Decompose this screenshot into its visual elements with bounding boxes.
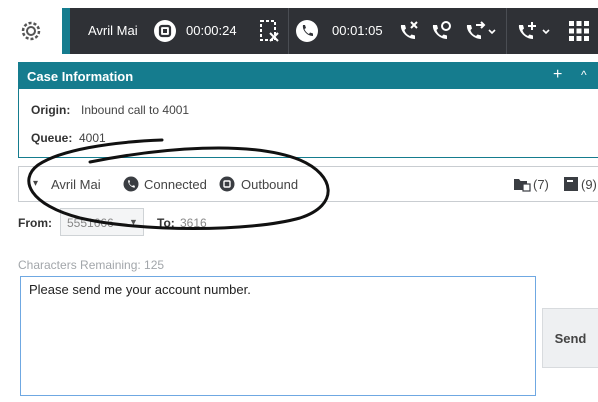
message-input[interactable] bbox=[20, 276, 536, 396]
interaction-bar: ▾ Avril Mai Connected Outbound (7) (9) bbox=[18, 166, 598, 202]
hold-call-icon[interactable] bbox=[428, 18, 454, 44]
from-number-value: 5551666 bbox=[67, 216, 114, 230]
party-menu-caret[interactable]: ▾ bbox=[33, 178, 38, 189]
channel-off-icon[interactable] bbox=[256, 18, 282, 44]
transfer-call-icon[interactable] bbox=[462, 18, 498, 44]
call-timer: 00:01:05 bbox=[332, 23, 383, 38]
main-menu-button[interactable] bbox=[0, 8, 62, 54]
active-interaction-strip bbox=[62, 8, 70, 54]
connection-status: Connected bbox=[144, 177, 207, 192]
phone-connected-icon bbox=[123, 176, 139, 192]
case-information-panel: Case Information + ^ Origin: Inbound cal… bbox=[18, 62, 598, 158]
case-information-header: Case Information + ^ bbox=[19, 63, 598, 89]
send-button[interactable]: Send bbox=[542, 308, 598, 368]
queue-label: Queue: bbox=[31, 131, 73, 145]
contact-history-count[interactable]: (7) bbox=[533, 177, 549, 192]
notes-count[interactable]: (9) bbox=[581, 177, 597, 192]
add-case-data-button[interactable]: + bbox=[553, 66, 562, 84]
characters-remaining: Characters Remaining: 125 bbox=[18, 258, 165, 272]
agent-status-icon[interactable] bbox=[152, 18, 178, 44]
from-number-select[interactable]: 5551666 ▼ bbox=[60, 208, 144, 236]
notes-icon[interactable] bbox=[563, 176, 579, 192]
case-information-title: Case Information bbox=[27, 69, 134, 84]
party-name[interactable]: Avril Mai bbox=[51, 177, 101, 192]
from-label: From: bbox=[18, 216, 52, 230]
contact-history-icon[interactable] bbox=[513, 176, 531, 192]
dialpad-icon[interactable] bbox=[566, 18, 592, 44]
queue-value: 4001 bbox=[79, 131, 106, 145]
status-toolbar: Avril Mai 00:00:24 00:01:05 bbox=[70, 8, 598, 54]
call-direction: Outbound bbox=[241, 177, 299, 192]
collapse-case-button[interactable]: ^ bbox=[581, 68, 587, 82]
agent-name[interactable]: Avril Mai bbox=[88, 23, 138, 38]
origin-value: Inbound call to 4001 bbox=[81, 103, 190, 117]
agent-status-timer: 00:00:24 bbox=[186, 23, 237, 38]
gear-icon bbox=[21, 21, 41, 41]
to-label: To: bbox=[157, 216, 175, 230]
chevron-down-icon: ▼ bbox=[129, 217, 138, 227]
outbound-direction-icon bbox=[219, 176, 235, 192]
end-call-icon[interactable] bbox=[396, 18, 422, 44]
origin-label: Origin: bbox=[31, 103, 71, 117]
voice-channel-icon[interactable] bbox=[294, 18, 320, 44]
to-number-value: 3616 bbox=[180, 216, 207, 230]
conference-call-icon[interactable] bbox=[514, 18, 552, 44]
